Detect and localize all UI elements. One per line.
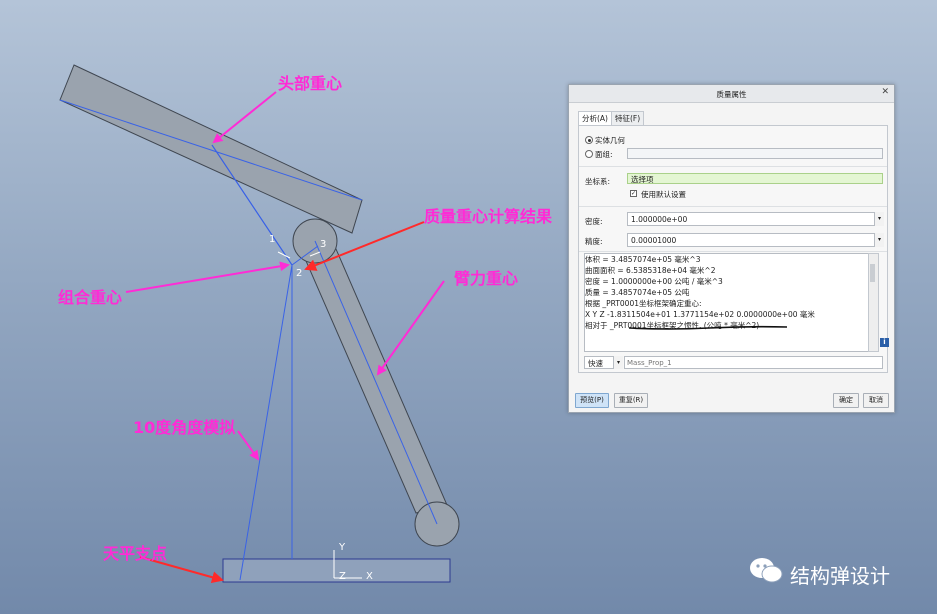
axis-label-x: X <box>366 571 373 582</box>
dialog-title: 质量属性 <box>716 90 747 99</box>
use-default-label: 使用默认设置 <box>641 190 686 199</box>
result-line: 质量 = 3.4857074e+05 公吨 <box>585 288 690 297</box>
accuracy-dropdown-icon[interactable]: ▾ <box>874 233 884 247</box>
axis-label-z: Z <box>339 571 346 582</box>
mode-dropdown-icon[interactable]: ▾ <box>613 356 623 369</box>
annotation-mass-cog-result: 质量重心计算结果 <box>424 207 553 226</box>
point-label-1: 1 <box>269 234 276 245</box>
tab-analysis[interactable]: 分析(A) <box>578 111 612 125</box>
radio-solid-geometry[interactable] <box>585 136 593 144</box>
axis-label-y: Y <box>339 542 346 553</box>
results-scrollbar[interactable] <box>868 253 879 352</box>
preview-button[interactable]: 预览(P) <box>575 393 609 408</box>
density-dropdown-icon[interactable]: ▾ <box>874 212 884 226</box>
quilt-field[interactable] <box>627 148 883 159</box>
scrollbar-thumb[interactable] <box>870 264 875 282</box>
accuracy-input[interactable]: 0.00001000 <box>627 233 883 247</box>
repeat-button[interactable]: 重复(R) <box>614 393 648 408</box>
accuracy-label: 精度: <box>585 237 603 246</box>
brand-name: 结构弹设计 <box>790 564 890 588</box>
analysis-panel: 实体几何 面组: 坐标系: 选择项 ✓ 使用默认设置 密度: 1.000000e… <box>578 125 889 373</box>
result-line-cog: X Y Z -1.8311504e+01 1.3771154e+02 0.000… <box>585 310 815 319</box>
result-line: 曲面面积 = 6.5385318e+04 毫米^2 <box>585 266 716 275</box>
result-line: 密度 = 1.0000000e+00 公吨 / 毫米^3 <box>585 277 723 286</box>
csys-label: 坐标系: <box>585 177 611 186</box>
close-icon[interactable]: ✕ <box>881 87 889 97</box>
cancel-button[interactable]: 取消 <box>863 393 889 408</box>
wechat-icon <box>750 558 783 583</box>
mass-properties-dialog: 质量属性 ✕ 分析(A) 特征(F) 实体几何 面组: 坐标系: 选择项 ✓ 使… <box>568 84 895 413</box>
cog-underline <box>629 325 788 330</box>
point-label-2: 2 <box>296 268 303 279</box>
density-input[interactable]: 1.000000e+00 <box>627 212 883 226</box>
base-plate <box>222 558 451 583</box>
annotation-arm-cog: 臂力重心 <box>454 269 519 288</box>
annotation-combined-cog: 组合重心 <box>58 288 123 307</box>
ok-button[interactable]: 确定 <box>833 393 859 408</box>
annotation-angle-sim: 10度角度模拟 <box>133 418 236 437</box>
point-label-3: 3 <box>320 239 327 250</box>
feature-name-input[interactable] <box>624 356 883 369</box>
results-textarea[interactable]: 体积 = 3.4857074e+05 毫米^3 曲面面积 = 6.5385318… <box>584 253 870 352</box>
density-label: 密度: <box>585 217 603 226</box>
radio-quilt-label: 面组: <box>595 150 613 159</box>
radio-solid-label: 实体几何 <box>595 136 625 145</box>
csys-selector[interactable]: 选择项 <box>627 173 883 184</box>
info-icon[interactable]: i <box>880 338 889 347</box>
annotation-balance-pivot: 天平支点 <box>103 544 168 563</box>
tab-feature[interactable]: 特征(F) <box>611 111 645 125</box>
result-line: 体积 = 3.4857074e+05 毫米^3 <box>585 255 701 264</box>
result-line: 根据 _PRT0001坐标框架确定重心: <box>585 299 702 308</box>
use-default-checkbox[interactable]: ✓ <box>630 190 637 197</box>
dialog-titlebar[interactable]: 质量属性 ✕ <box>569 85 894 103</box>
annotation-head-cog: 头部重心 <box>278 74 343 93</box>
radio-quilt[interactable] <box>585 150 593 158</box>
